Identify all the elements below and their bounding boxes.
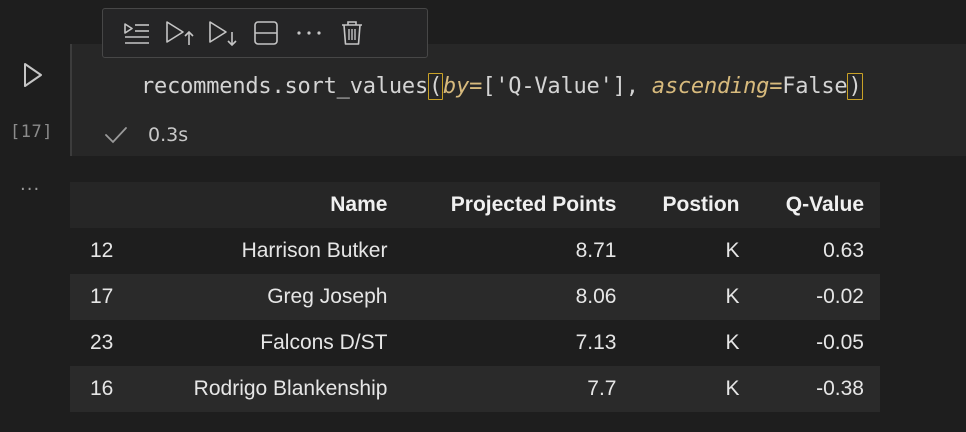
delete-cell-button[interactable] bbox=[330, 13, 373, 53]
execution-count: [17] bbox=[10, 122, 53, 142]
cell-projected-points: 8.71 bbox=[403, 228, 633, 274]
by-value: ['Q-Value'] bbox=[482, 74, 626, 99]
table-row: 23 Falcons D/ST 7.13 K -0.05 bbox=[70, 320, 880, 366]
comma: , bbox=[625, 74, 652, 99]
cell-q-value: 0.63 bbox=[755, 228, 880, 274]
execution-duration: 0.3s bbox=[148, 124, 189, 146]
cell-position: K bbox=[632, 228, 756, 274]
ascending-value: False bbox=[782, 74, 848, 99]
run-by-line-icon bbox=[123, 23, 149, 44]
table-header-row: Name Projected Points Postion Q-Value bbox=[70, 182, 880, 228]
row-index: 17 bbox=[70, 274, 141, 320]
cell-q-value: -0.02 bbox=[755, 274, 880, 320]
column-header-name: Name bbox=[140, 182, 404, 228]
column-header-index bbox=[70, 182, 141, 228]
cell-name: Harrison Butker bbox=[140, 228, 404, 274]
open-paren: ( bbox=[428, 73, 444, 100]
cell-q-value: -0.38 bbox=[755, 366, 880, 412]
close-paren: ) bbox=[847, 73, 863, 100]
split-cell-icon bbox=[253, 21, 278, 45]
execute-below-icon bbox=[208, 21, 237, 47]
table-row: 17 Greg Joseph 8.06 K -0.02 bbox=[70, 274, 880, 320]
eq-ascending: = bbox=[769, 74, 783, 99]
code-line[interactable]: recommends.sort_values(by=['Q-Value'], a… bbox=[141, 73, 863, 100]
checkmark-icon bbox=[105, 127, 127, 144]
row-index: 12 bbox=[70, 228, 141, 274]
row-index: 23 bbox=[70, 320, 141, 366]
kw-ascending: ascending bbox=[651, 74, 770, 99]
cell-projected-points: 7.13 bbox=[403, 320, 633, 366]
execute-below-button[interactable] bbox=[201, 13, 244, 53]
column-header-q-value: Q-Value bbox=[755, 182, 880, 228]
play-icon bbox=[24, 63, 42, 87]
dataframe-table: Name Projected Points Postion Q-Value 12… bbox=[70, 182, 880, 412]
column-header-position: Postion bbox=[632, 182, 756, 228]
cell-toolbar bbox=[102, 8, 428, 58]
delete-icon bbox=[341, 21, 362, 45]
cell-status: 0.3s bbox=[104, 124, 188, 146]
cell-position: K bbox=[632, 274, 756, 320]
execute-above-icon bbox=[165, 21, 194, 45]
table-row: 12 Harrison Butker 8.71 K 0.63 bbox=[70, 228, 880, 274]
run-by-line-button[interactable] bbox=[115, 13, 158, 53]
more-actions-button[interactable] bbox=[287, 13, 330, 53]
column-header-projected-points: Projected Points bbox=[403, 182, 633, 228]
execute-above-button[interactable] bbox=[158, 13, 201, 53]
cell-position: K bbox=[632, 320, 756, 366]
code-cell-editor[interactable]: recommends.sort_values(by=['Q-Value'], a… bbox=[70, 44, 966, 156]
cell-name: Falcons D/ST bbox=[140, 320, 404, 366]
table-row: 16 Rodrigo Blankenship 7.7 K -0.38 bbox=[70, 366, 880, 412]
cell-projected-points: 8.06 bbox=[403, 274, 633, 320]
code-call: recommends.sort_values bbox=[141, 74, 428, 99]
cell-q-value: -0.05 bbox=[755, 320, 880, 366]
notebook-page: [17] recommends.sort_values(by=['Q-Value… bbox=[0, 0, 966, 432]
row-index: 16 bbox=[70, 366, 141, 412]
cell-name: Greg Joseph bbox=[140, 274, 404, 320]
eq-by: = bbox=[469, 74, 483, 99]
cell-name: Rodrigo Blankenship bbox=[140, 366, 404, 412]
kw-by: by bbox=[443, 74, 470, 99]
cell-projected-points: 7.7 bbox=[403, 366, 633, 412]
cell-position: K bbox=[632, 366, 756, 412]
output-menu-dots[interactable]: ... bbox=[20, 176, 40, 194]
more-icon bbox=[296, 31, 321, 35]
split-cell-button[interactable] bbox=[244, 13, 287, 53]
run-cell-button[interactable] bbox=[18, 58, 48, 92]
